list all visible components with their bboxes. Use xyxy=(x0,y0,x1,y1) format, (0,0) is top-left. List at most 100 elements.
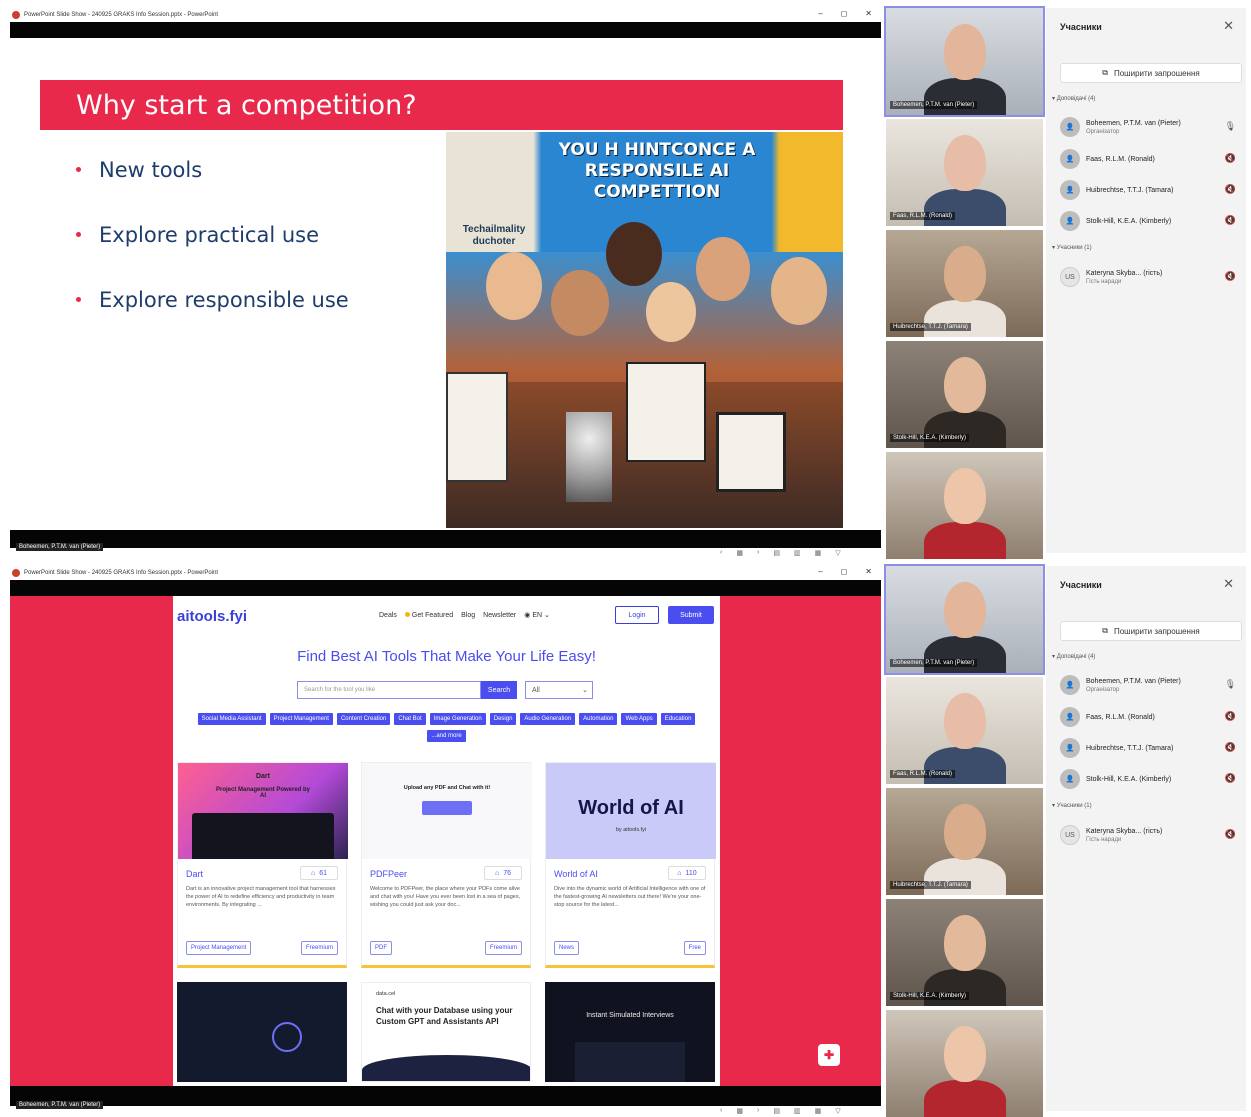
close-icon[interactable]: ✕ xyxy=(865,567,872,576)
participant-row[interactable]: US Kateryna Skyba... (гість) Гість наради 🔇 xyxy=(1060,823,1242,847)
video-tile[interactable]: Faas, R.L.M. (Ronald) xyxy=(886,677,1043,784)
card-category-tag[interactable]: News xyxy=(554,941,580,955)
person-face xyxy=(771,257,827,325)
like-button[interactable]: ⌂ 110 xyxy=(668,866,706,880)
participant-name: Kateryna Skyba... (гість) xyxy=(1086,269,1163,277)
nav-newsletter[interactable]: Newsletter xyxy=(483,612,516,619)
mic-muted-icon: 🔇 xyxy=(1224,215,1236,225)
tool-card-preview[interactable] xyxy=(177,982,347,1082)
competition-photo: YOU H HINTCONCE A RESPONSILE AI COMPETTI… xyxy=(446,132,843,528)
avatar: 👤 xyxy=(1060,738,1080,758)
search-button[interactable]: Search xyxy=(481,681,517,699)
like-button[interactable]: ⌂ 61 xyxy=(300,866,338,880)
video-tile[interactable]: Huibrechtse, T.T.J. (Tamara) xyxy=(886,230,1043,337)
video-tile[interactable]: Boheemen, P.T.M. van (Pieter) xyxy=(884,564,1045,675)
tool-card-preview[interactable]: Instant Simulated Interviews xyxy=(545,982,715,1082)
share-icon: ⧉ xyxy=(1102,626,1108,635)
share-invite-button[interactable]: ⧉ Поширити запрошення xyxy=(1060,63,1242,83)
tag-social-media-assistant[interactable]: Social Media Assistant xyxy=(197,713,266,725)
close-icon[interactable]: ✕ xyxy=(1223,18,1234,34)
tool-card-preview[interactable]: data.cel Chat with your Database using y… xyxy=(361,982,531,1082)
participant-row[interactable]: 👤 Boheemen, P.T.M. van (Pieter) Організато… xyxy=(1060,115,1242,139)
video-tile-name: Huibrechtse, T.T.J. (Tamara) xyxy=(890,323,971,331)
tag-project-management[interactable]: Project Management xyxy=(269,713,333,725)
close-icon[interactable]: ✕ xyxy=(865,9,872,18)
video-tile-name: Boheemen, P.T.M. van (Pieter) xyxy=(890,101,978,109)
group-header-attendees[interactable]: ▾ Учасники (1) xyxy=(1052,244,1092,251)
minimize-icon[interactable]: – xyxy=(818,9,822,18)
nav-deals[interactable]: Deals xyxy=(379,612,397,619)
card-pricing-tag[interactable]: Freemium xyxy=(484,941,522,955)
video-tile[interactable]: Faas, R.L.M. (Ronald) xyxy=(886,119,1043,226)
powerpoint-icon xyxy=(12,569,20,577)
participant-row[interactable]: 👤 Boheemen, P.T.M. van (Pieter) Організато… xyxy=(1060,673,1242,697)
bullet-dot xyxy=(76,232,81,237)
participant-row[interactable]: US Kateryna Skyba... (гість) Гість наради 🔇 xyxy=(1060,265,1242,289)
group-header-attendees[interactable]: ▾ Учасники (1) xyxy=(1052,802,1092,809)
card-category-tag[interactable]: PDF xyxy=(370,941,392,955)
tag-automation[interactable]: Automation xyxy=(579,713,618,725)
person-face xyxy=(646,282,696,342)
maximize-icon[interactable]: ◻ xyxy=(841,9,848,18)
tag-education[interactable]: Education xyxy=(660,713,696,725)
video-tile[interactable]: Boheemen, P.T.M. van (Pieter) xyxy=(884,6,1045,117)
card-brand: data.cel xyxy=(376,991,396,997)
tag-chat-bot[interactable]: Chat Bot xyxy=(394,713,426,725)
participant-row[interactable]: 👤 Huibrechtse, T.T.J. (Tamara) 🔇 xyxy=(1060,736,1242,760)
group-header-presenters[interactable]: ▾ Доповідачі (4) xyxy=(1052,653,1095,660)
tag-and-more[interactable]: ...and more xyxy=(427,730,466,742)
card-image: Dart Project Management Powered by AI xyxy=(178,763,348,859)
tag-content-creation[interactable]: Content Creation xyxy=(336,713,391,725)
nav-language[interactable]: ◉ EN ⌄ xyxy=(524,611,550,619)
trophy xyxy=(566,412,612,502)
card-category-tag[interactable]: Project Management xyxy=(186,941,252,955)
card-title[interactable]: World of AI xyxy=(554,869,598,879)
participant-torso xyxy=(924,636,1006,673)
language-label: EN xyxy=(532,612,543,619)
participant-row[interactable]: 👤 Faas, R.L.M. (Ronald) 🔇 xyxy=(1060,147,1242,171)
avatar: 👤 xyxy=(1060,675,1080,695)
category-filter-select[interactable]: All ⌄ xyxy=(525,681,593,699)
participant-row[interactable]: 👤 Stolk-Hill, K.E.A. (Kimberly) 🔇 xyxy=(1060,209,1242,233)
tag-web-apps[interactable]: Web Apps xyxy=(621,713,657,725)
minimize-icon[interactable]: – xyxy=(818,567,822,576)
nav-blog[interactable]: Blog xyxy=(461,612,475,619)
slideshow-controls[interactable]: ‹ ▦ › ▤ ▥ ▦ ▽ xyxy=(720,549,880,558)
login-button[interactable]: Login xyxy=(615,606,659,624)
submit-button[interactable]: Submit xyxy=(668,606,714,624)
participant-row[interactable]: 👤 Faas, R.L.M. (Ronald) 🔇 xyxy=(1060,705,1242,729)
participant-role: Організатор xyxy=(1086,128,1120,135)
share-invite-button[interactable]: ⧉ Поширити запрошення xyxy=(1060,621,1242,641)
tag-image-generation[interactable]: Image Generation xyxy=(429,713,486,725)
card-title[interactable]: Dart xyxy=(186,869,203,879)
group-header-presenters[interactable]: ▾ Доповідачі (4) xyxy=(1052,95,1095,102)
close-icon[interactable]: ✕ xyxy=(1223,576,1234,592)
nav-get-featured[interactable]: Get Featured xyxy=(404,611,453,619)
site-logo[interactable]: aitools.fyi xyxy=(177,608,247,625)
video-tile[interactable]: Stolk-Hill, K.E.A. (Kimberly) xyxy=(886,899,1043,1006)
tool-card-pdfpeer[interactable]: Upload any PDF and Chat with it! PDFPeer… xyxy=(361,762,532,968)
like-button[interactable]: ⌂ 76 xyxy=(484,866,522,880)
tag-audio-generation[interactable]: Audio Generation xyxy=(520,713,576,725)
participant-row[interactable]: 👤 Huibrechtse, T.T.J. (Tamara) 🔇 xyxy=(1060,178,1242,202)
video-tile-name: Stolk-Hill, K.E.A. (Kimberly) xyxy=(890,434,970,442)
search-input[interactable]: Search for the tool you like xyxy=(297,681,481,699)
person-face xyxy=(486,252,542,320)
tool-card-world-of-ai[interactable]: World of AI by aitools.fyi World of AI ⌂… xyxy=(545,762,716,968)
participant-row[interactable]: 👤 Stolk-Hill, K.E.A. (Kimberly) 🔇 xyxy=(1060,767,1242,791)
maximize-icon[interactable]: ◻ xyxy=(841,567,848,576)
participant-head xyxy=(944,246,986,302)
widget-icon[interactable]: ✚ xyxy=(818,1044,840,1066)
video-tile[interactable] xyxy=(886,452,1043,559)
tag-design[interactable]: Design xyxy=(489,713,517,725)
video-tile[interactable] xyxy=(886,1010,1043,1117)
card-description: Dive into the dynamic world of Artificia… xyxy=(554,886,706,908)
card-pricing-tag[interactable]: Free xyxy=(683,941,706,955)
video-tile[interactable]: Huibrechtse, T.T.J. (Tamara) xyxy=(886,788,1043,895)
card-title[interactable]: PDFPeer xyxy=(370,869,407,879)
participant-head xyxy=(944,468,986,524)
card-pricing-tag[interactable]: Freemium xyxy=(300,941,338,955)
avatar: 👤 xyxy=(1060,117,1080,137)
video-tile[interactable]: Stolk-Hill, K.E.A. (Kimberly) xyxy=(886,341,1043,448)
tool-card-dart[interactable]: Dart Project Management Powered by AI Da… xyxy=(177,762,348,968)
